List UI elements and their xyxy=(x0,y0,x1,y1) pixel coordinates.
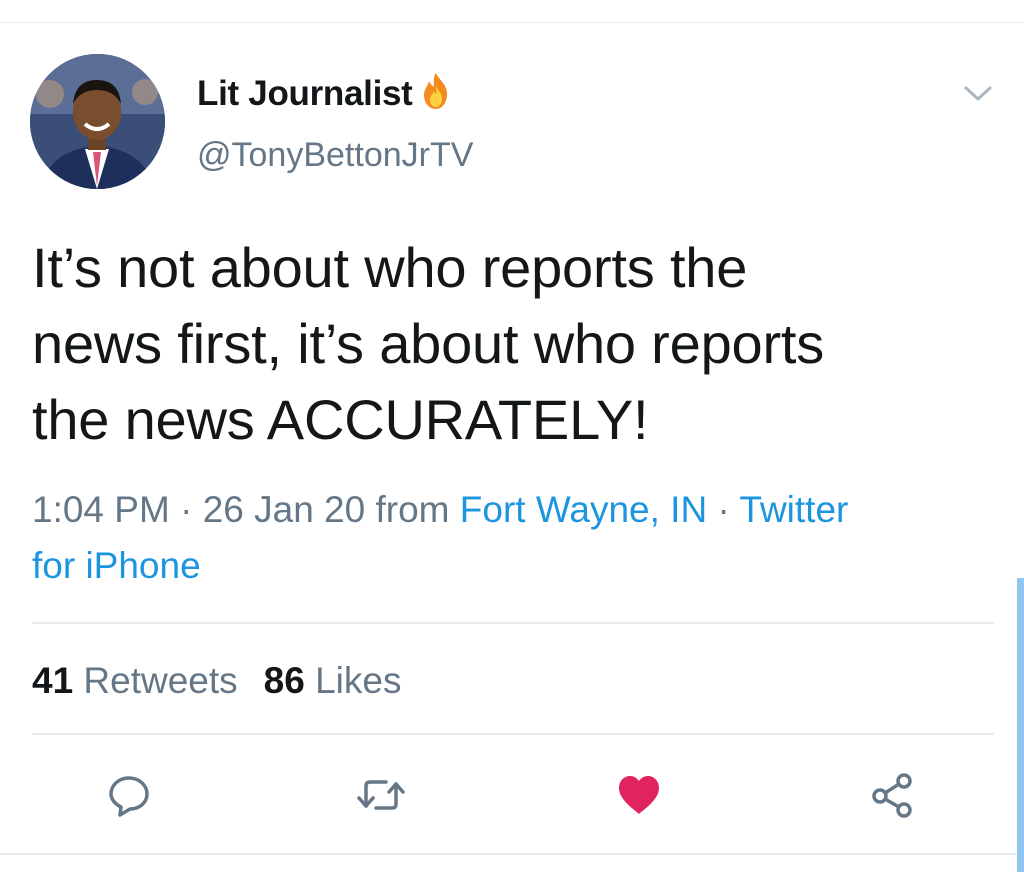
heart-icon xyxy=(619,776,659,814)
tweet-date[interactable]: 26 Jan 20 xyxy=(203,489,366,530)
likes-count: 86 xyxy=(263,660,305,701)
tweet-time[interactable]: 1:04 PM xyxy=(32,489,170,530)
source-link-continued[interactable]: for iPhone xyxy=(32,545,201,586)
avatar[interactable] xyxy=(30,54,165,189)
display-name-row: Lit Journalist xyxy=(197,70,457,118)
divider xyxy=(32,622,994,624)
user-handle[interactable]: @TonyBettonJrTV xyxy=(197,136,473,175)
meta-separator: · xyxy=(707,489,740,530)
share-icon xyxy=(872,773,912,818)
tweet-detail-screen: Lit Journalist @TonyBettonJrTV It’s not … xyxy=(0,0,1024,872)
tweet-meta: 1:04 PM · 26 Jan 20 from Fort Wayne, IN … xyxy=(32,482,1002,594)
scrollbar[interactable] xyxy=(1017,578,1024,872)
bottom-divider xyxy=(0,853,1024,855)
chevron-down-icon[interactable] xyxy=(960,80,996,106)
top-divider xyxy=(0,22,1024,23)
likes-stat[interactable]: 86 Likes xyxy=(264,660,402,701)
like-button[interactable] xyxy=(614,770,664,820)
divider xyxy=(32,733,994,735)
tweet-text-line: news first, it’s about who reports xyxy=(32,312,825,375)
location-link[interactable]: Fort Wayne, IN xyxy=(460,489,707,530)
retweets-label: Retweets xyxy=(73,660,238,701)
reply-button[interactable] xyxy=(104,770,154,820)
fire-icon xyxy=(415,70,457,112)
engagement-stats: 41 Retweets 86 Likes xyxy=(32,656,427,706)
profile-photo-icon xyxy=(30,54,165,189)
likes-label: Likes xyxy=(304,660,402,701)
meta-separator: · xyxy=(169,489,203,530)
reply-icon xyxy=(109,776,149,817)
share-button[interactable] xyxy=(868,770,918,820)
tweet-text-line: the news ACCURATELY! xyxy=(32,388,649,451)
retweet-button[interactable] xyxy=(356,770,406,820)
tweet-text: It’s not about who reports the news firs… xyxy=(32,230,992,458)
display-name[interactable]: Lit Journalist xyxy=(197,74,413,114)
retweets-count: 41 xyxy=(32,660,74,701)
retweet-icon xyxy=(357,780,405,810)
source-link[interactable]: Twitter xyxy=(739,489,848,530)
from-label: from xyxy=(365,489,460,530)
tweet-text-line: It’s not about who reports the xyxy=(32,236,748,299)
retweets-stat[interactable]: 41 Retweets xyxy=(32,660,238,701)
